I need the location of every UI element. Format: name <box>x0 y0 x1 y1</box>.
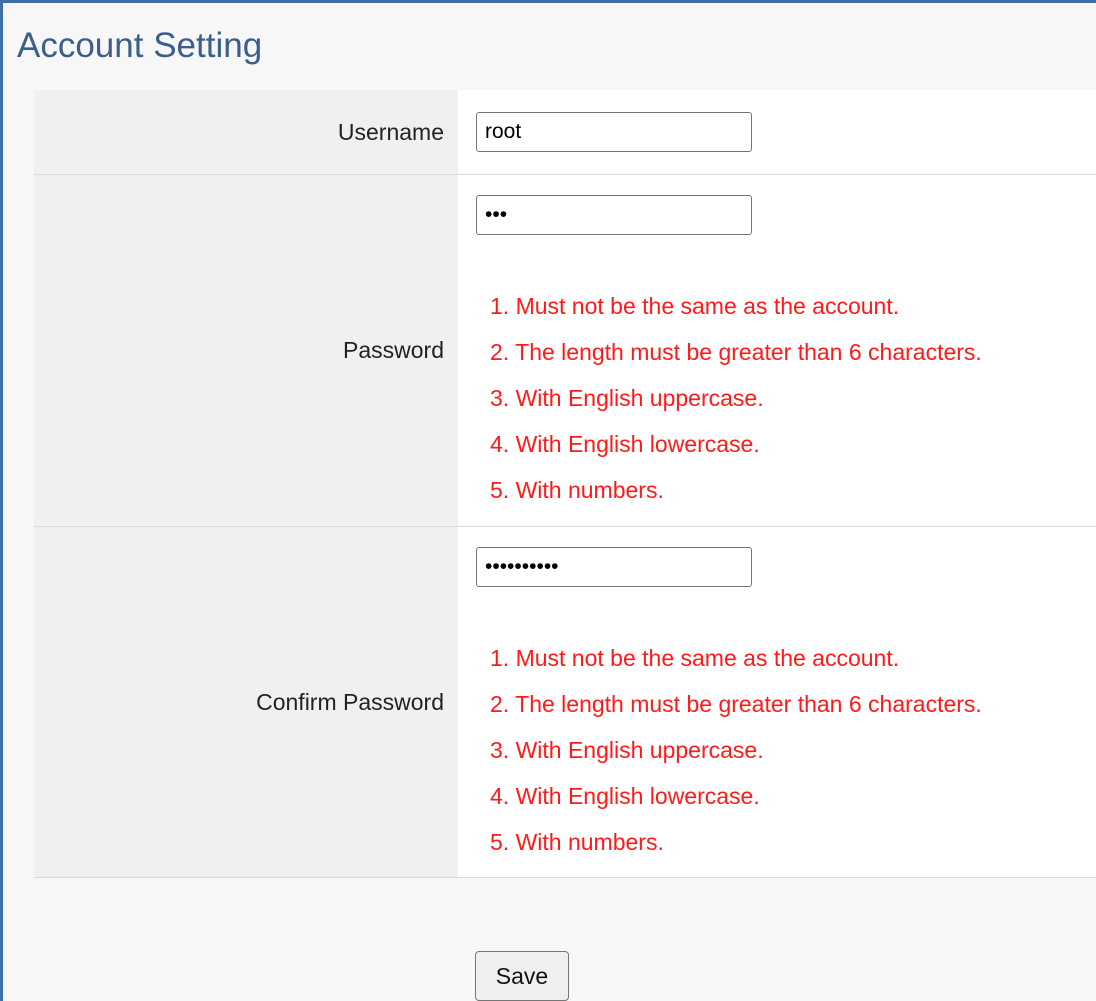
save-button[interactable]: Save <box>475 951 569 1001</box>
username-cell <box>458 90 1096 174</box>
password-rule: 5. With numbers. <box>490 477 664 503</box>
confirm-password-rules: 1. Must not be the same as the account. … <box>490 635 982 865</box>
password-rule: 2. The length must be greater than 6 cha… <box>490 339 982 365</box>
account-setting-panel: Account Setting Username Password 1. Mus… <box>0 0 1096 1001</box>
confirm-password-row: Confirm Password 1. Must not be the same… <box>34 527 1096 878</box>
username-label: Username <box>34 90 458 174</box>
password-rules: 1. Must not be the same as the account. … <box>490 283 982 513</box>
password-input[interactable] <box>476 195 752 235</box>
password-rule: 3. With English uppercase. <box>490 385 764 411</box>
password-rule: 1. Must not be the same as the account. <box>490 293 900 319</box>
username-input[interactable] <box>476 112 752 152</box>
account-form: Username Password 1. Must not be the sam… <box>34 90 1096 878</box>
username-row: Username <box>34 90 1096 175</box>
confirm-password-cell: 1. Must not be the same as the account. … <box>458 527 1096 877</box>
confirm-password-input[interactable] <box>476 547 752 587</box>
confirm-password-rule: 3. With English uppercase. <box>490 737 764 763</box>
password-row: Password 1. Must not be the same as the … <box>34 175 1096 527</box>
page-title: Account Setting <box>17 26 263 65</box>
password-cell: 1. Must not be the same as the account. … <box>458 175 1096 526</box>
password-label: Password <box>34 175 458 526</box>
confirm-password-rule: 2. The length must be greater than 6 cha… <box>490 691 982 717</box>
confirm-password-label: Confirm Password <box>34 527 458 877</box>
confirm-password-rule: 1. Must not be the same as the account. <box>490 645 900 671</box>
password-rule: 4. With English lowercase. <box>490 431 760 457</box>
confirm-password-rule: 5. With numbers. <box>490 829 664 855</box>
confirm-password-rule: 4. With English lowercase. <box>490 783 760 809</box>
